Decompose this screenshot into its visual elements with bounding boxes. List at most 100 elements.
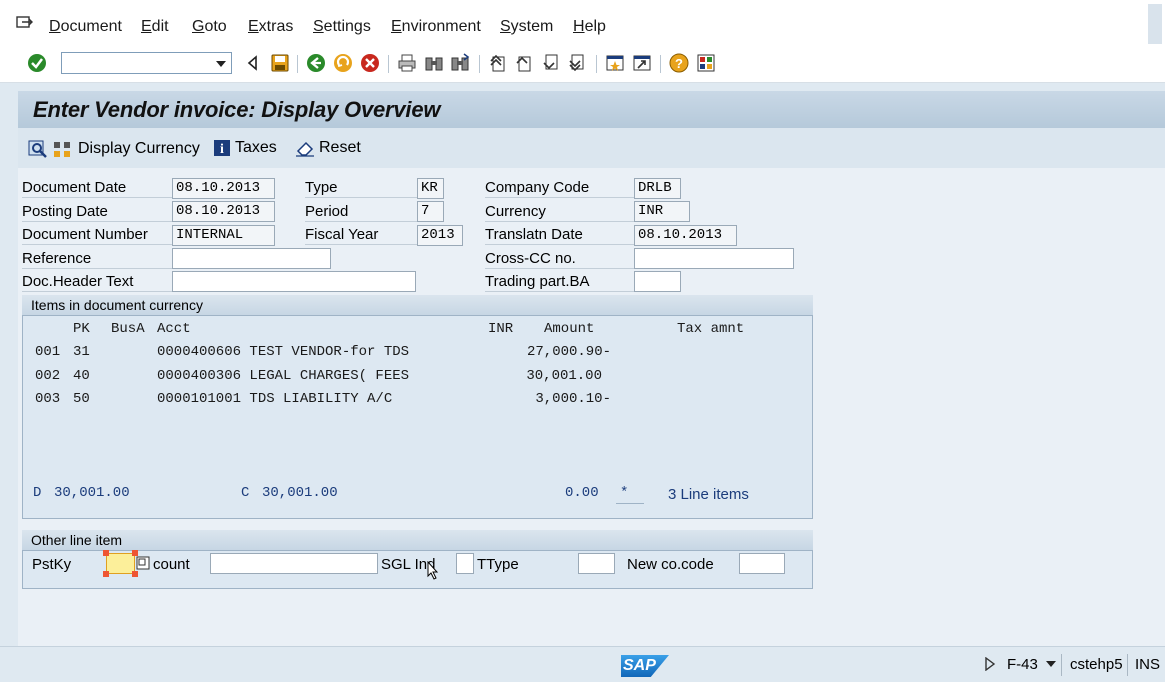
trading-part-label: Trading part.BA: [485, 272, 634, 292]
find-icon[interactable]: [424, 53, 444, 73]
row-line-number: 002: [35, 368, 61, 384]
doc-header-text-field[interactable]: [172, 271, 416, 292]
cancel-icon[interactable]: [360, 53, 380, 73]
back-icon[interactable]: [306, 53, 326, 73]
menu-edit[interactable]: Edit: [141, 18, 169, 36]
previous-page-icon[interactable]: [514, 53, 534, 73]
command-field[interactable]: [61, 52, 232, 74]
company-code-label: Company Code: [485, 178, 634, 198]
ttype-input[interactable]: [578, 553, 615, 574]
sap-logo-text: SAP: [623, 657, 656, 674]
toolbar-separator: [660, 55, 661, 73]
document-date-field[interactable]: 08.10.2013: [172, 178, 275, 199]
table-row[interactable]: 003 50 0000101001 TDS LIABILITY A/C 3,00…: [22, 391, 813, 411]
posting-key-input[interactable]: [106, 553, 135, 574]
menu-system[interactable]: System: [500, 18, 553, 36]
new-cocode-input[interactable]: [739, 553, 785, 574]
col-pk: PK: [73, 321, 90, 337]
line-items-count: 3 Line items: [668, 486, 749, 503]
cross-cc-field[interactable]: [634, 248, 794, 269]
type-label: Type: [305, 178, 417, 198]
new-cocode-label: New co.code: [627, 556, 714, 573]
print-icon[interactable]: [397, 53, 417, 73]
status-separator: [1127, 654, 1128, 676]
chevron-down-icon[interactable]: [216, 61, 226, 67]
row-amount: 30,001.00: [526, 368, 602, 384]
enter-check-icon[interactable]: [27, 53, 47, 73]
period-label: Period: [305, 202, 417, 222]
currency-field[interactable]: INR: [634, 201, 690, 222]
toolbar-separator: [388, 55, 389, 73]
row-line-number: 003: [35, 391, 61, 407]
reset-button[interactable]: Reset: [295, 139, 361, 157]
menu-bar: Document Edit Goto Extras Settings Envir…: [0, 0, 1165, 44]
status-expand-icon[interactable]: [984, 657, 996, 671]
customize-layout-icon[interactable]: [696, 53, 716, 73]
other-line-item-title: Other line item: [31, 532, 123, 548]
credit-total: 30,001.00: [262, 485, 338, 501]
balance-total: 0.00: [565, 485, 599, 501]
posting-date-field[interactable]: 08.10.2013: [172, 201, 275, 222]
menu-goto[interactable]: Goto: [192, 18, 227, 36]
account-label: count: [153, 556, 190, 573]
menu-settings[interactable]: Settings: [313, 18, 371, 36]
col-busa: BusA: [111, 321, 145, 337]
chevron-down-icon[interactable]: [1046, 661, 1056, 667]
type-field[interactable]: KR: [417, 178, 444, 199]
credit-label: C: [241, 485, 250, 501]
page-title: Enter Vendor invoice: Display Overview: [33, 97, 441, 122]
menu-expand-icon[interactable]: [16, 16, 34, 30]
window-edge: [1148, 4, 1162, 44]
create-session-icon[interactable]: [605, 53, 625, 73]
taxes-label: Taxes: [235, 139, 277, 156]
menu-environment[interactable]: Environment: [391, 18, 481, 36]
menu-document[interactable]: Document: [49, 18, 122, 36]
reference-field[interactable]: [172, 248, 331, 269]
transaction-code: F-43: [1007, 656, 1038, 673]
debit-total: 30,001.00: [54, 485, 130, 501]
first-page-icon[interactable]: [488, 53, 508, 73]
menu-help[interactable]: Help: [573, 18, 606, 36]
translatn-date-field[interactable]: 08.10.2013: [634, 225, 737, 246]
toolbar-separator: [297, 55, 298, 73]
fiscal-year-label: Fiscal Year: [305, 225, 417, 245]
exit-icon[interactable]: [333, 53, 353, 73]
currency-label: Currency: [485, 202, 634, 222]
last-page-icon[interactable]: [567, 53, 587, 73]
document-number-label: Document Number: [22, 225, 172, 245]
next-page-icon[interactable]: [541, 53, 561, 73]
mouse-cursor-icon: [427, 561, 439, 580]
document-date-label: Document Date: [22, 178, 172, 198]
svg-text:?: ?: [675, 56, 683, 71]
company-code-field[interactable]: DRLB: [634, 178, 681, 199]
col-currency: INR: [488, 321, 514, 337]
toolbar-separator: [479, 55, 480, 73]
find-next-icon[interactable]: [450, 53, 470, 73]
focus-handle: [103, 571, 109, 577]
account-input[interactable]: [210, 553, 378, 574]
value-help-icon[interactable]: [136, 556, 150, 570]
focus-handle: [103, 550, 109, 556]
sgl-ind-input[interactable]: [456, 553, 474, 574]
focus-handle: [132, 571, 138, 577]
menu-extras[interactable]: Extras: [248, 18, 293, 36]
row-posting-key: 50: [73, 391, 90, 407]
document-number-field[interactable]: INTERNAL: [172, 225, 275, 246]
period-field[interactable]: 7: [417, 201, 444, 222]
table-row[interactable]: 001 31 0000400606 TEST VENDOR-for TDS 27…: [22, 344, 813, 364]
balance-flag: *: [620, 485, 629, 501]
fiscal-year-field[interactable]: 2013: [417, 225, 463, 246]
shortcut-icon[interactable]: [632, 53, 652, 73]
back-arrow-left-icon[interactable]: [243, 53, 263, 73]
help-icon[interactable]: ?: [669, 53, 689, 73]
display-currency-button[interactable]: Display Currency: [28, 139, 200, 159]
taxes-button[interactable]: i Taxes: [213, 139, 277, 157]
row-posting-key: 40: [73, 368, 90, 384]
trading-part-field[interactable]: [634, 271, 681, 292]
table-row[interactable]: 002 40 0000400306 LEGAL CHARGES( FEES 30…: [22, 368, 813, 388]
col-acct: Acct: [157, 321, 191, 337]
save-icon[interactable]: [270, 53, 290, 73]
insert-mode: INS: [1135, 656, 1161, 673]
status-separator: [1061, 654, 1062, 676]
col-tax-amount: Tax amnt: [677, 321, 745, 337]
